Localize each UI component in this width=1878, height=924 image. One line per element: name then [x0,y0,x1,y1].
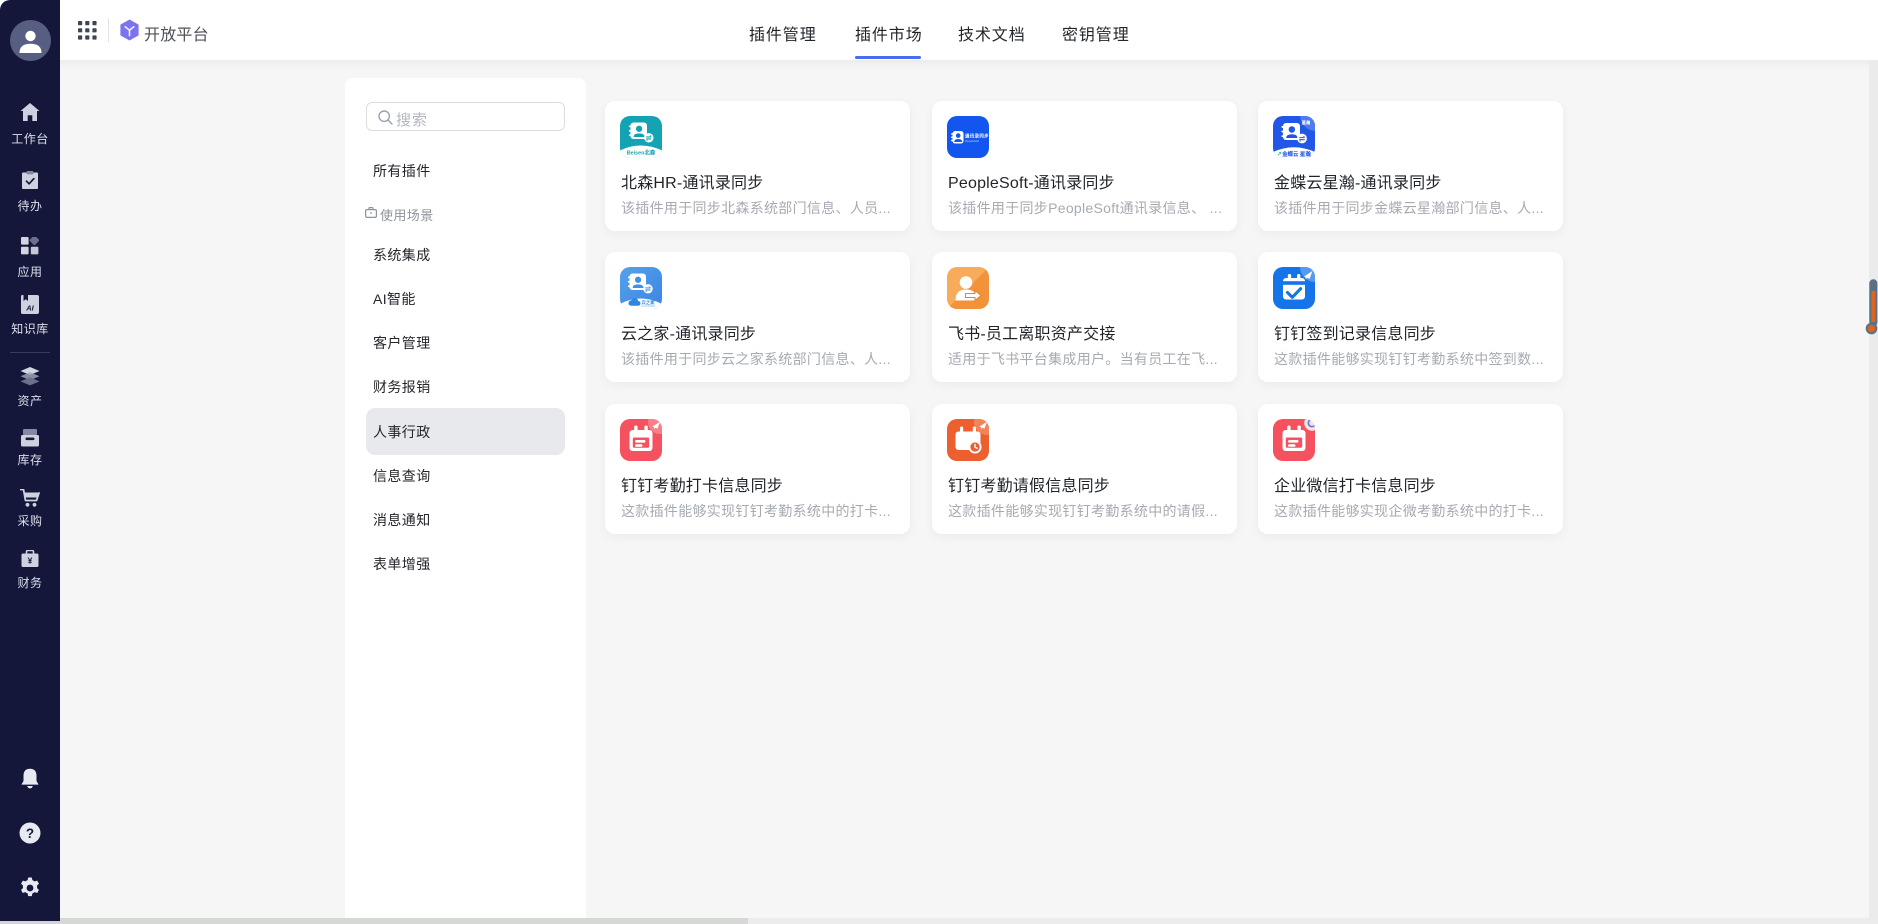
svg-text:?: ? [26,826,34,841]
svg-text:¥: ¥ [28,555,33,565]
svg-text:金蝶云 星瀚: 金蝶云 星瀚 [1281,150,1311,158]
svg-text:Beisen北森: Beisen北森 [627,149,656,157]
svg-text:星瀚: 星瀚 [1302,119,1311,126]
svg-text:CLOUDHUB: CLOUDHUB [641,305,655,308]
svg-text:AI: AI [25,304,34,313]
svg-text:PeopleSoft: PeopleSoft [965,139,979,143]
